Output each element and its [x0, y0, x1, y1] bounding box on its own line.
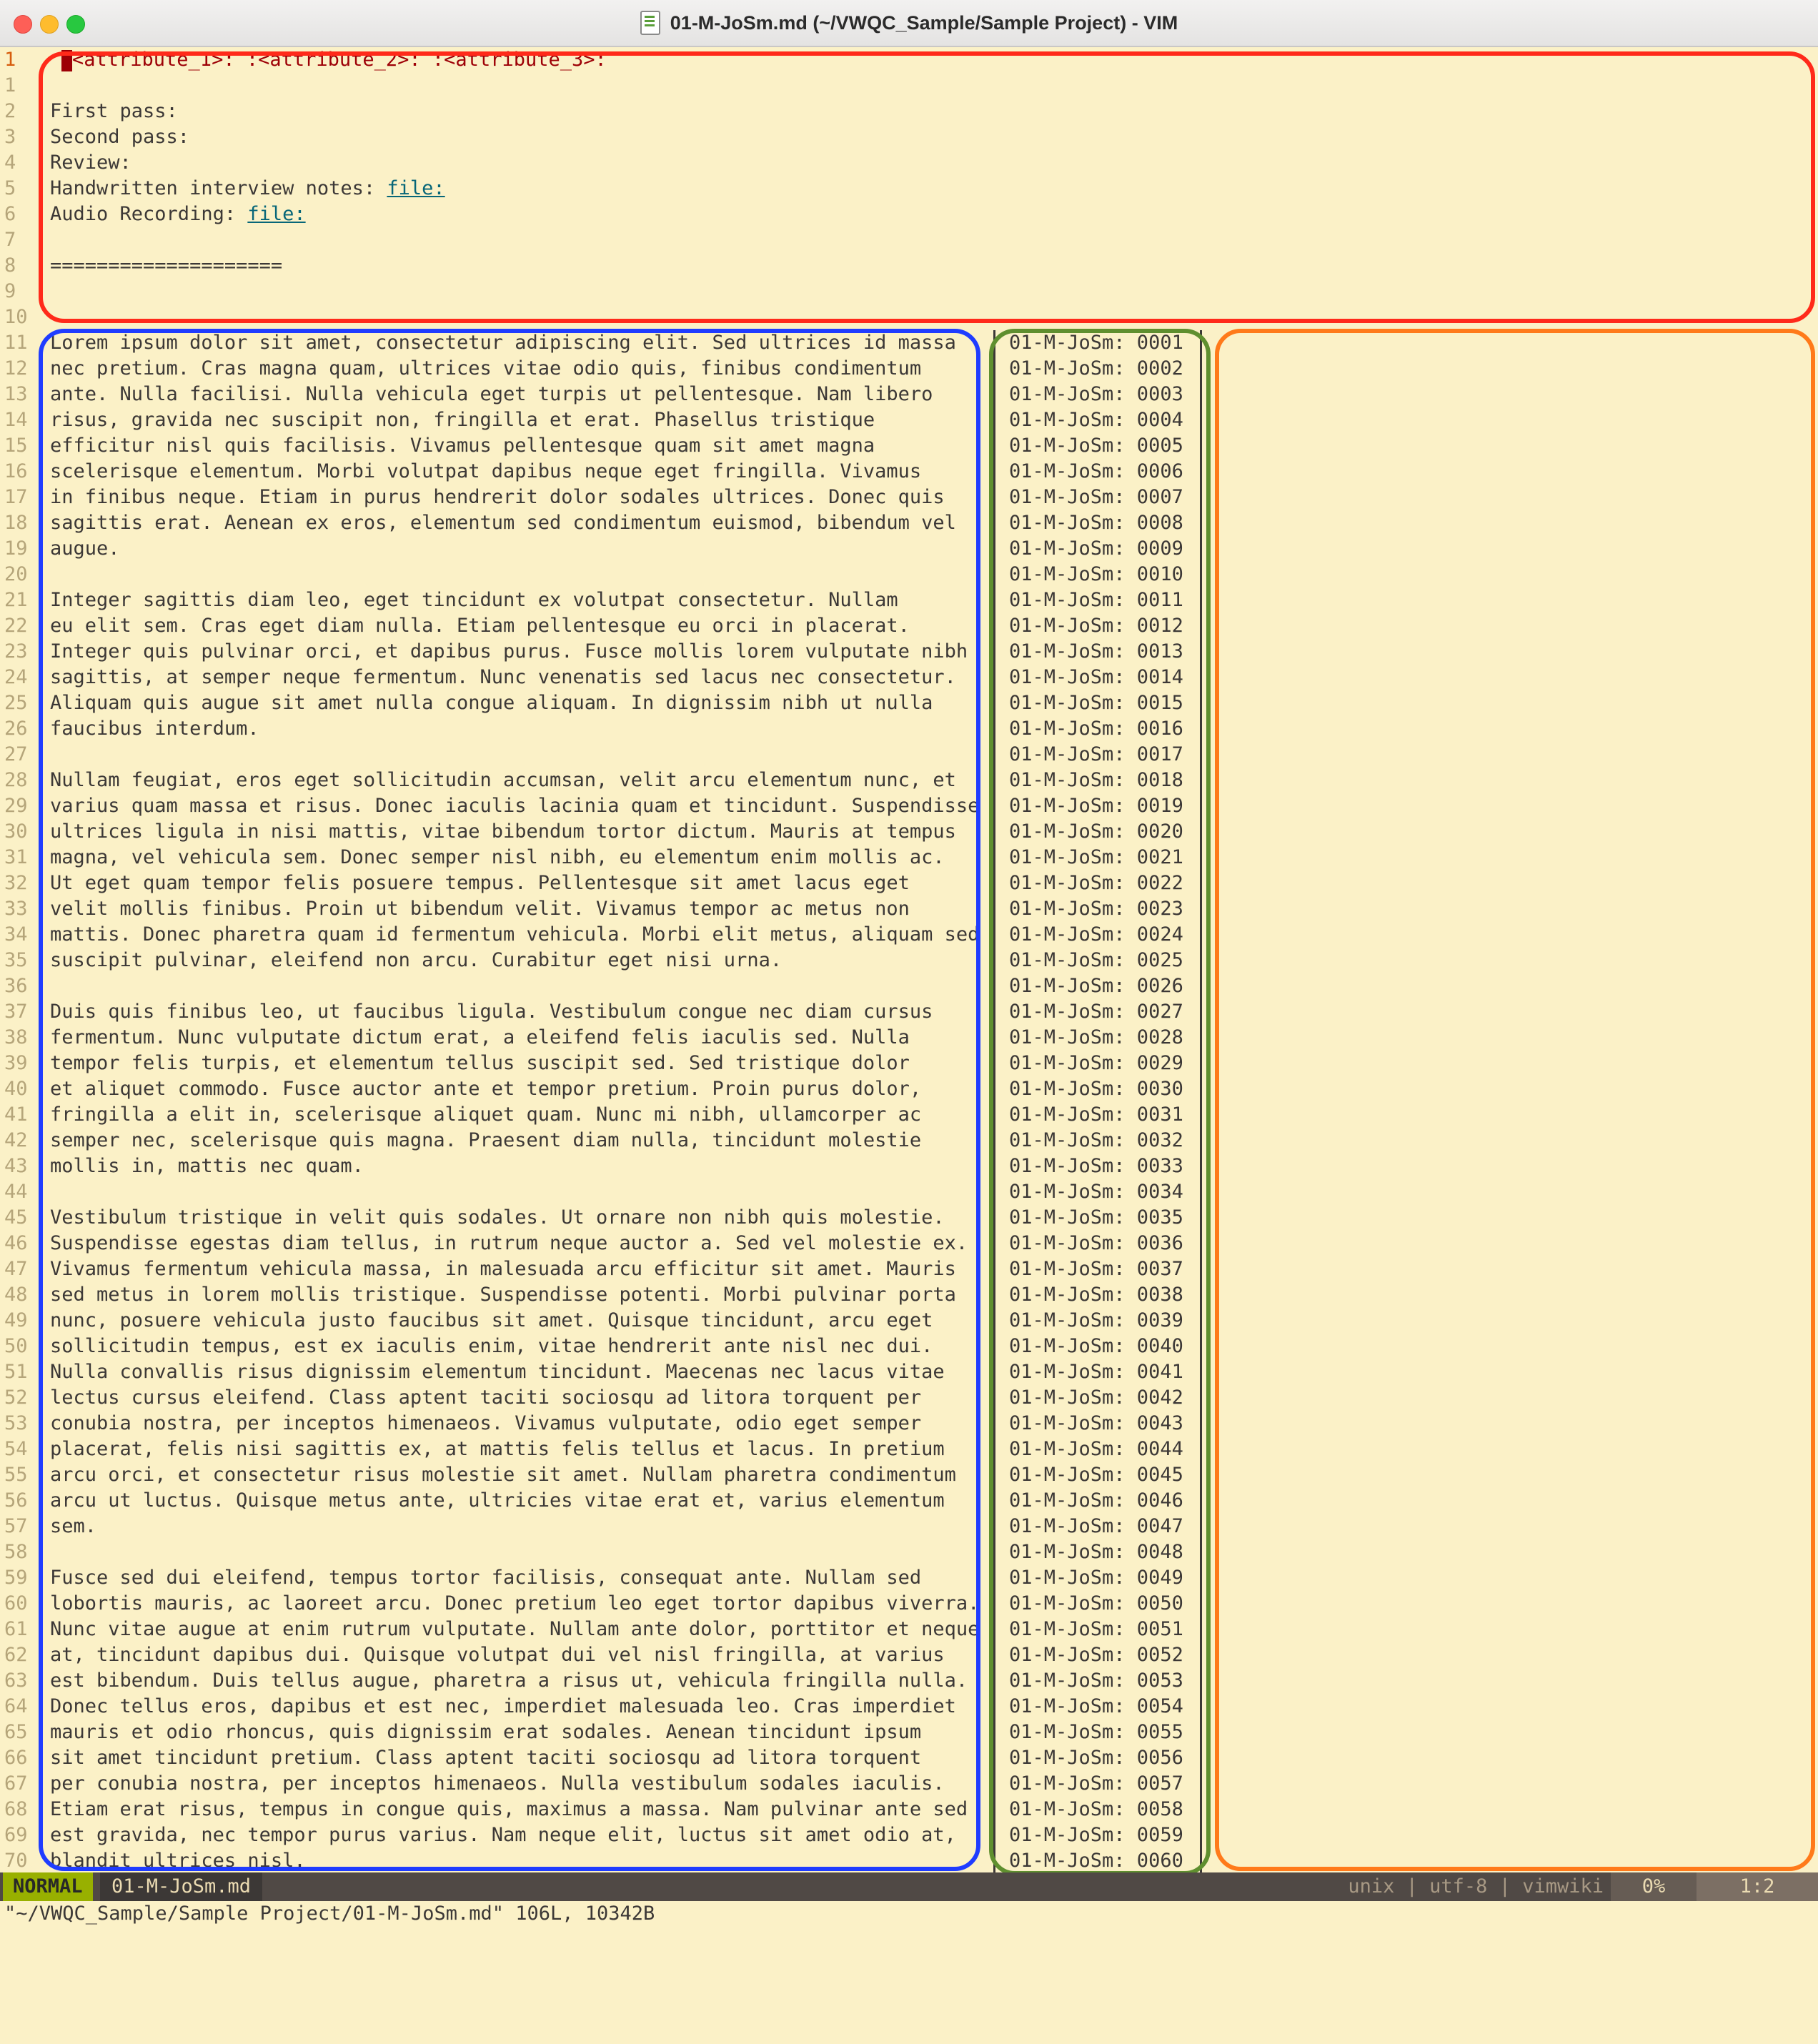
vim-command-line[interactable]: "~/VWQC_Sample/Sample Project/01-M-JoSm.… [0, 1901, 1818, 1927]
line-number: 10 [4, 306, 28, 328]
highlight-box-body-text [39, 329, 980, 1871]
highlight-box-empty-pane [1215, 329, 1815, 1871]
vim-statusline: NORMAL 01-M-JoSm.md unix | utf-8 | vimwi… [0, 1872, 1818, 1901]
statusline-filename: 01-M-JoSm.md [100, 1872, 263, 1901]
window-title-group: 01-M-JoSm.md (~/VWQC_Sample/Sample Proje… [0, 0, 1818, 46]
window-title: 01-M-JoSm.md (~/VWQC_Sample/Sample Proje… [670, 11, 1178, 34]
mode-indicator: NORMAL [3, 1872, 93, 1901]
statusline-cursor-position: 1:2 [1697, 1872, 1818, 1901]
statusline-file-info: unix | utf-8 | vimwiki [1348, 1875, 1604, 1897]
statusline-percent: 0% [1611, 1872, 1697, 1901]
window-titlebar: 01-M-JoSm.md (~/VWQC_Sample/Sample Proje… [0, 0, 1818, 47]
highlight-box-line-labels [989, 329, 1211, 1875]
text-document-icon [640, 11, 660, 35]
highlight-box-header [39, 51, 1815, 323]
